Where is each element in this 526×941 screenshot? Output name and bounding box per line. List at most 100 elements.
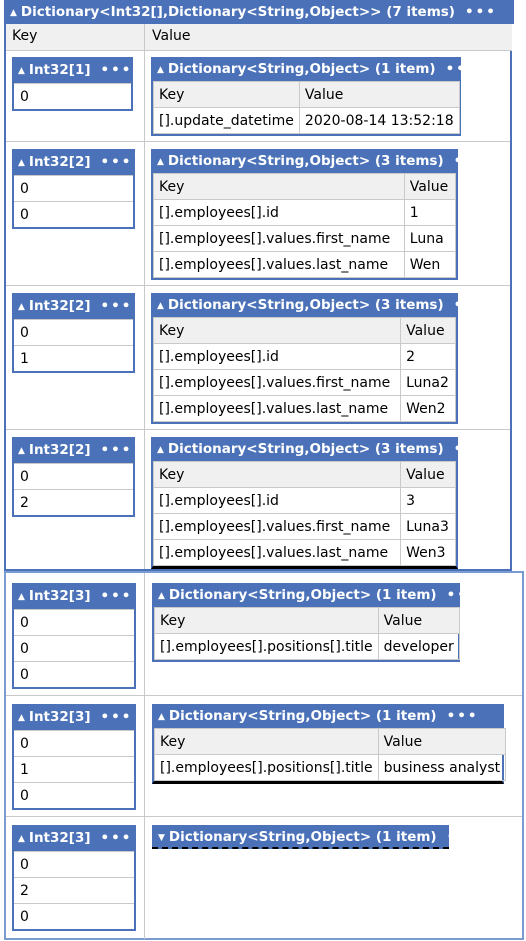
value-header: Value (377, 728, 507, 755)
key-array-header[interactable]: ▲ Int32[1] ••• (12, 57, 133, 83)
array-cell: 2 (14, 877, 134, 903)
outer-dictionary-title: Dictionary<Int32[],Dictionary<String,Obj… (20, 4, 455, 20)
entry-key: [].employees[].positions[].title (154, 754, 379, 781)
entry-key: [].employees[].values.first_name (152, 513, 402, 540)
table-row: [].employees[].id 2 (152, 343, 456, 370)
collapse-triangle-icon[interactable]: ▲ (157, 58, 164, 81)
dictionary-header[interactable]: ▲Dictionary<String,Object> (1 item) ••• (152, 583, 460, 607)
more-options-icon[interactable]: ••• (101, 709, 133, 725)
table-row: [].employees[].id 1 (153, 199, 457, 226)
dictionary-table: Key Value [].employees[].positions[].titl… (154, 728, 507, 781)
value-column-header: Value (152, 28, 191, 44)
key-array-title: Int32[3] (28, 830, 91, 846)
more-options-icon[interactable]: ••• (465, 4, 497, 20)
entry-value: 3 (400, 487, 456, 514)
more-options-icon[interactable]: ••• (447, 829, 479, 845)
more-options-icon[interactable]: ••• (101, 154, 133, 170)
collapse-triangle-icon[interactable]: ▲ (10, 1, 17, 24)
collapse-triangle-icon[interactable]: ▲ (18, 705, 25, 730)
more-options-icon[interactable]: ••• (101, 62, 133, 78)
value-dictionary-1: ▲Dictionary<String,Object> (1 item) ••• K… (151, 57, 461, 136)
key-array-7: ▲ Int32[3] ••• 0 2 0 (12, 825, 136, 931)
array-cell: 2 (14, 489, 133, 515)
key-array-header[interactable]: ▲ Int32[2] ••• (12, 293, 135, 319)
entry-key: [].employees[].id (152, 343, 402, 370)
more-options-icon[interactable]: ••• (447, 708, 479, 724)
key-array-header[interactable]: ▲ Int32[3] ••• (12, 704, 136, 730)
table-row: [].employees[].values.first_name Luna (153, 225, 457, 252)
entry-value: business analyst (377, 754, 507, 781)
value-header: Value (400, 461, 456, 488)
table-row: [].employees[].positions[].title business… (154, 754, 507, 781)
key-array-2: ▲ Int32[2] ••• 0 0 (12, 149, 135, 229)
entry-key: [].update_datetime (153, 107, 300, 134)
entry-value: developer (377, 633, 460, 660)
value-header: Value (298, 81, 460, 108)
entry-value: Luna (403, 225, 457, 252)
key-header: Key (152, 461, 402, 488)
entry-value: Luna2 (400, 369, 456, 396)
key-array-title: Int32[2] (28, 154, 91, 170)
dictionary-title: Dictionary<String,Object> (3 items) (167, 297, 444, 313)
more-options-icon[interactable]: ••• (101, 830, 133, 846)
key-array-header[interactable]: ▲ Int32[2] ••• (12, 149, 135, 175)
value-dictionary-7-collapsed[interactable]: ▼ Dictionary<String,Object> (1 item) ••• (152, 825, 477, 849)
collapse-triangle-icon[interactable]: ▲ (157, 294, 164, 317)
dictionary-header[interactable]: ▲Dictionary<String,Object> (3 items) ••• (151, 437, 458, 461)
table-row: [].employees[].values.last_name Wen3 (152, 539, 456, 566)
array-cell: 0 (14, 661, 134, 687)
dictionary-header[interactable]: ▲Dictionary<String,Object> (1 item) ••• (152, 704, 504, 728)
key-array-title: Int32[3] (28, 709, 91, 725)
key-array-1: ▲ Int32[1] ••• 0 (12, 57, 133, 111)
entry-key: [].employees[].values.first_name (153, 225, 405, 252)
more-options-icon[interactable]: ••• (454, 153, 458, 169)
column-divider (144, 573, 145, 939)
entry-key: [].employees[].positions[].title (154, 633, 379, 660)
collapse-triangle-icon[interactable]: ▲ (18, 826, 25, 851)
key-header: Key (152, 317, 402, 344)
dictionary-header[interactable]: ▲Dictionary<String,Object> (1 item) ••• (151, 57, 461, 81)
collapse-triangle-icon[interactable]: ▲ (157, 150, 164, 173)
key-array-header[interactable]: ▲ Int32[3] ••• (12, 825, 136, 851)
array-cell: 0 (14, 319, 133, 345)
entry-key: [].employees[].id (153, 199, 405, 226)
more-options-icon[interactable]: ••• (101, 588, 133, 604)
more-options-icon[interactable]: ••• (454, 441, 458, 457)
more-options-icon[interactable]: ••• (101, 298, 133, 314)
more-options-icon[interactable]: ••• (446, 61, 461, 77)
more-options-icon[interactable]: ••• (447, 587, 460, 603)
collapse-triangle-icon[interactable]: ▲ (157, 438, 164, 461)
key-header: Key (154, 607, 379, 634)
key-array-header[interactable]: ▲ Int32[2] ••• (12, 437, 135, 463)
collapse-triangle-icon[interactable]: ▲ (18, 150, 25, 175)
collapse-triangle-icon[interactable]: ▲ (18, 294, 25, 319)
more-options-icon[interactable]: ••• (101, 442, 133, 458)
collapse-triangle-icon[interactable]: ▲ (18, 438, 25, 463)
more-options-icon[interactable]: ••• (454, 297, 458, 313)
value-dictionary-4: ▲Dictionary<String,Object> (3 items)••• … (151, 437, 458, 569)
array-cell: 0 (14, 903, 134, 929)
table-row: [].employees[].values.first_name Luna2 (152, 369, 456, 396)
value-dictionary-2: ▲Dictionary<String,Object> (3 items)••• … (151, 149, 458, 280)
collapse-triangle-icon[interactable]: ▲ (18, 584, 25, 609)
array-cell: 0 (14, 463, 133, 489)
array-cell: 0 (14, 730, 134, 756)
dictionary-table: Key Value [].update_datetime 2020-08-14 13… (153, 81, 460, 134)
dictionary-header[interactable]: ▲Dictionary<String,Object> (3 items) ••• (151, 293, 458, 317)
collapse-triangle-icon[interactable]: ▲ (158, 705, 165, 728)
dictionary-header[interactable]: ▲Dictionary<String,Object> (3 items) ••• (151, 149, 458, 173)
outer-dictionary-header[interactable]: ▲ Dictionary<Int32[],Dictionary<String,Ob… (4, 0, 514, 24)
dictionary-table: Key Value [].employees[].id 3 [].employees… (152, 461, 456, 566)
key-array-header[interactable]: ▲ Int32[3] ••• (12, 583, 136, 609)
dictionary-title: Dictionary<String,Object> (3 items) (167, 441, 444, 457)
dictionary-title: Dictionary<String,Object> (1 item) (168, 587, 437, 603)
key-array-6: ▲ Int32[3] ••• 0 1 0 (12, 704, 136, 810)
collapse-triangle-icon[interactable]: ▲ (158, 584, 165, 607)
value-header: Value (403, 173, 457, 200)
expand-triangle-icon[interactable]: ▼ (158, 833, 165, 843)
array-cell: 0 (14, 175, 133, 201)
row-divider (6, 695, 522, 696)
table-row: [].employees[].values.last_name Wen2 (152, 395, 456, 422)
key-array-title: Int32[1] (28, 62, 91, 78)
collapse-triangle-icon[interactable]: ▲ (18, 58, 25, 83)
